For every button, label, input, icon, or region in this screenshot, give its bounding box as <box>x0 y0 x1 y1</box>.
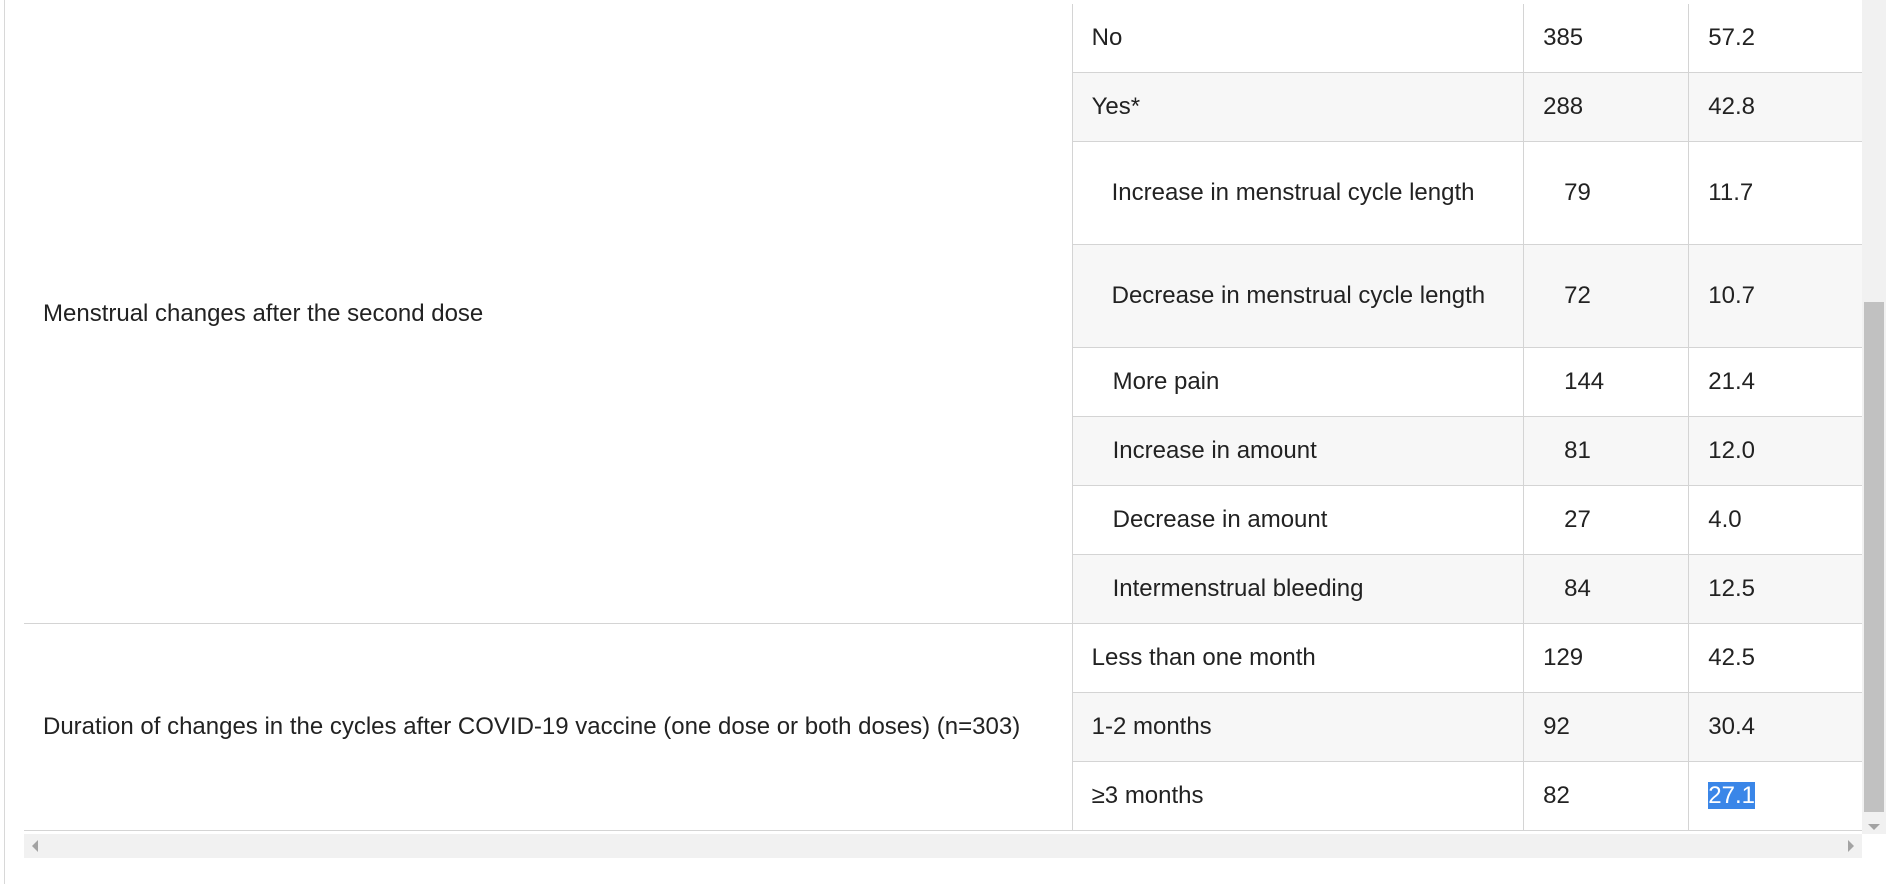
percent-cell: 10.7 <box>1688 244 1862 348</box>
row-label: Increase in amount <box>1071 416 1524 486</box>
count-cell: 27 <box>1523 485 1689 555</box>
percent-cell: 4.0 <box>1688 485 1862 555</box>
percent-cell: 27.1 <box>1688 761 1862 831</box>
percent-cell: 21.4 <box>1688 347 1862 417</box>
percent-cell: 30.4 <box>1688 692 1862 762</box>
percent-cell: 42.8 <box>1688 72 1862 142</box>
scroll-down-arrow-icon[interactable] <box>1868 824 1880 830</box>
percent-cell: 57.2 <box>1688 4 1862 73</box>
scroll-left-arrow-icon[interactable] <box>32 840 38 852</box>
count-cell: 129 <box>1523 623 1689 693</box>
row-label: Yes* <box>1071 72 1524 142</box>
count-cell: 385 <box>1523 4 1689 73</box>
row-label: Intermenstrual bleeding <box>1071 554 1524 624</box>
row-label: Less than one month <box>1071 623 1524 693</box>
percent-cell: 42.5 <box>1688 623 1862 693</box>
table-row: Menstrual changes after the second dose … <box>24 4 1862 624</box>
count-cell: 84 <box>1523 554 1689 624</box>
horizontal-scrollbar[interactable] <box>24 834 1862 858</box>
count-cell: 82 <box>1523 761 1689 831</box>
count-cell: 81 <box>1523 416 1689 486</box>
count-cell: 288 <box>1523 72 1689 142</box>
count-cell: 72 <box>1523 244 1689 348</box>
row-label: 1-2 months <box>1071 692 1524 762</box>
count-cell: 144 <box>1523 347 1689 417</box>
row-label: No <box>1071 4 1524 73</box>
table-scroll-viewport[interactable]: Menstrual changes after the second dose … <box>24 0 1862 834</box>
scroll-right-arrow-icon[interactable] <box>1848 840 1854 852</box>
row-label: ≥3 months <box>1071 761 1524 831</box>
group-label-menstrual-changes: Menstrual changes after the second dose <box>24 4 1073 624</box>
group-label-duration-of-changes: Duration of changes in the cycles after … <box>24 623 1073 831</box>
vertical-scrollbar[interactable] <box>1862 0 1886 834</box>
count-cell: 92 <box>1523 692 1689 762</box>
percent-cell: 11.7 <box>1688 141 1862 245</box>
page-left-border <box>4 0 5 884</box>
results-table: Menstrual changes after the second dose … <box>24 4 1862 831</box>
selected-text[interactable]: 27.1 <box>1708 782 1755 809</box>
percent-cell: 12.5 <box>1688 554 1862 624</box>
percent-cell: 12.0 <box>1688 416 1862 486</box>
row-label: Decrease in amount <box>1071 485 1524 555</box>
count-cell: 79 <box>1523 141 1689 245</box>
row-label: More pain <box>1071 347 1524 417</box>
table-row: Duration of changes in the cycles after … <box>24 623 1862 831</box>
vertical-scrollbar-thumb[interactable] <box>1864 302 1884 812</box>
row-label: Increase in menstrual cycle length <box>1071 141 1524 245</box>
row-label: Decrease in menstrual cycle length <box>1071 244 1524 348</box>
